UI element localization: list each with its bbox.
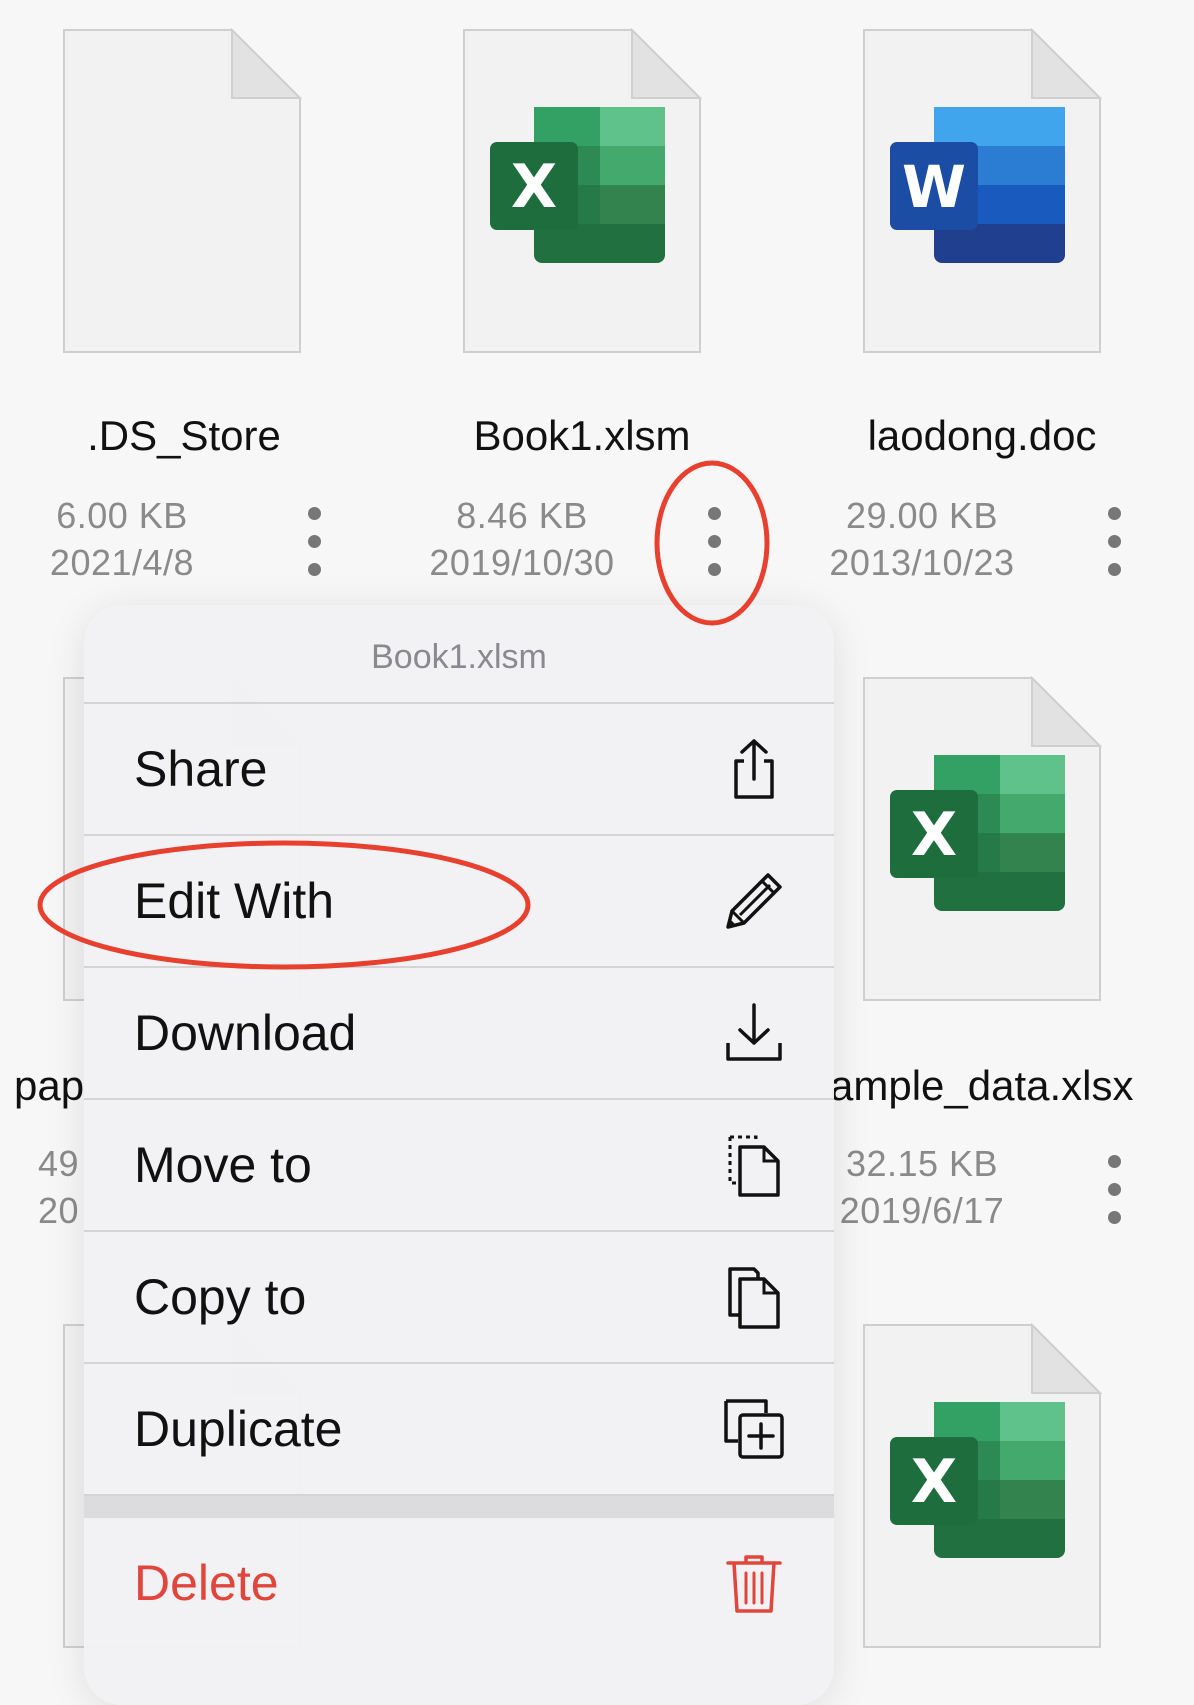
file-name: pap <box>14 1062 85 1109</box>
more-options-icon[interactable] <box>1094 497 1134 587</box>
more-options-icon[interactable] <box>1094 1145 1134 1235</box>
word-file-icon <box>863 29 1101 353</box>
annotation-circle-more-button <box>654 460 770 626</box>
duplicate-icon <box>724 1399 784 1459</box>
file-thumbnail-laodong[interactable] <box>862 28 1102 354</box>
file-name: Book1.xlsm <box>473 412 691 459</box>
file-size: 8.46 KB <box>456 495 588 536</box>
menu-item-duplicate[interactable]: Duplicate <box>84 1364 834 1496</box>
excel-file-icon <box>463 29 701 353</box>
context-menu: Book1.xlsm Share Edit With Download Move… <box>84 605 834 1705</box>
file-name: .DS_Store <box>87 412 281 459</box>
file-date: 20 <box>38 1190 80 1231</box>
file-thumbnail-sample-data[interactable] <box>862 676 1102 1002</box>
more-options-icon[interactable] <box>294 497 334 587</box>
file-date: 2021/4/8 <box>49 542 195 583</box>
excel-file-icon <box>863 677 1101 1001</box>
file-size: 49 <box>38 1143 80 1184</box>
file-date: 2013/10/23 <box>829 542 1015 583</box>
blank-document-icon <box>63 29 301 353</box>
menu-item-label: Delete <box>134 1555 279 1611</box>
file-name: ample_data.xlsx <box>830 1062 1134 1109</box>
file-name: laodong.doc <box>867 412 1097 459</box>
menu-item-label: Duplicate <box>134 1401 343 1457</box>
file-meta: 32.15 KB 2019/6/17 <box>802 1140 1042 1234</box>
file-date: 2019/10/30 <box>429 542 615 583</box>
file-meta: 8.46 KB 2019/10/30 <box>402 492 642 586</box>
file-thumbnail-ds-store[interactable] <box>62 28 302 354</box>
file-meta: 49 20 <box>38 1140 79 1234</box>
copy-icon <box>728 1267 780 1329</box>
menu-item-download[interactable]: Download <box>84 968 834 1100</box>
menu-separator <box>84 1496 834 1518</box>
file-thumbnail-book1[interactable] <box>462 28 702 354</box>
share-icon <box>734 739 774 799</box>
menu-item-label: Move to <box>134 1137 312 1193</box>
menu-item-label: Share <box>134 741 268 797</box>
file-thumbnail[interactable] <box>862 1323 1102 1649</box>
menu-item-label: Copy to <box>134 1269 307 1325</box>
file-size: 29.00 KB <box>845 495 999 536</box>
file-meta: 29.00 KB 2013/10/23 <box>802 492 1042 586</box>
excel-file-icon <box>863 1324 1101 1648</box>
file-date: 2019/6/17 <box>839 1190 1005 1231</box>
file-size: 6.00 KB <box>56 495 188 536</box>
menu-item-copy-to[interactable]: Copy to <box>84 1232 834 1364</box>
move-icon <box>728 1135 780 1197</box>
menu-item-share[interactable]: Share <box>84 704 834 836</box>
annotation-circle-edit-with <box>37 840 531 970</box>
menu-item-move-to[interactable]: Move to <box>84 1100 834 1232</box>
download-icon <box>726 1003 782 1061</box>
pencil-icon <box>726 873 782 929</box>
menu-item-delete[interactable]: Delete <box>84 1518 834 1648</box>
file-meta: 6.00 KB 2021/4/8 <box>2 492 242 586</box>
file-size: 32.15 KB <box>845 1143 999 1184</box>
menu-item-label: Download <box>134 1005 357 1061</box>
trash-icon <box>726 1555 782 1613</box>
